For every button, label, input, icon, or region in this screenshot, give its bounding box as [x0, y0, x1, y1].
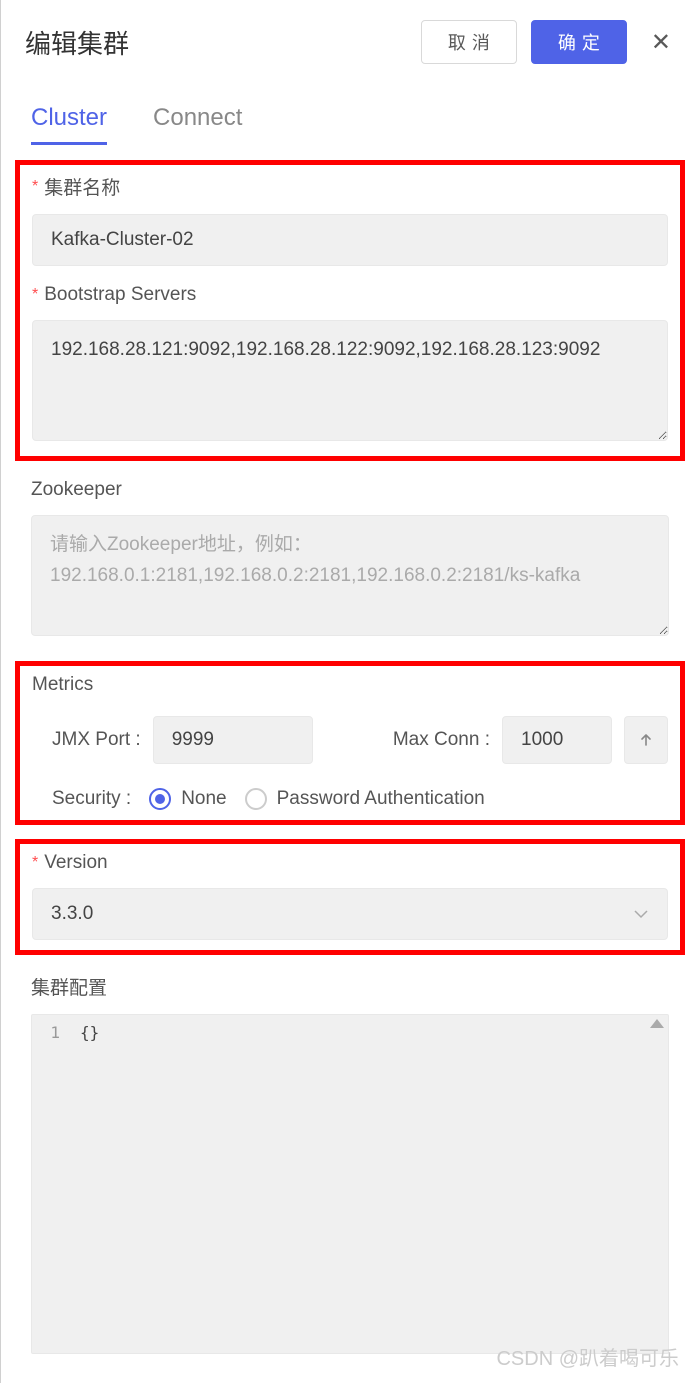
- header-actions: 取消 确定 ✕: [421, 20, 675, 64]
- version-label: Version: [32, 852, 668, 874]
- tab-cluster[interactable]: Cluster: [31, 104, 107, 145]
- zookeeper-label: Zookeeper: [31, 479, 669, 501]
- max-conn-label: Max Conn :: [393, 729, 490, 751]
- cluster-config-editor[interactable]: 1 {}: [31, 1014, 669, 1354]
- confirm-button[interactable]: 确定: [531, 20, 627, 64]
- version-select[interactable]: 3.3.0: [32, 888, 668, 940]
- highlight-box-version: Version 3.3.0: [15, 839, 685, 955]
- zookeeper-section: Zookeeper: [15, 475, 685, 651]
- scroll-up-icon: [650, 1019, 664, 1028]
- radio-label-none: None: [181, 788, 226, 810]
- version-value: 3.3.0: [51, 903, 93, 925]
- modal-title: 编辑集群: [25, 24, 129, 61]
- jmx-port-input[interactable]: [153, 716, 313, 764]
- chevron-down-icon: [633, 903, 649, 925]
- cluster-name-input[interactable]: [32, 214, 668, 266]
- radio-icon: [245, 788, 267, 810]
- bootstrap-input[interactable]: [32, 320, 668, 441]
- cancel-button[interactable]: 取消: [421, 20, 517, 64]
- highlight-box-cluster: 集群名称 Bootstrap Servers: [15, 160, 685, 461]
- code-content: {}: [70, 1015, 99, 1353]
- radio-icon: [149, 788, 171, 810]
- jmx-port-label: JMX Port :: [52, 729, 141, 751]
- max-conn-input[interactable]: [502, 716, 612, 764]
- arrow-up-icon: [638, 732, 654, 748]
- cluster-config-section: 集群配置 1 {}: [15, 969, 685, 1364]
- highlight-box-metrics: Metrics JMX Port : Max Conn : Security :…: [15, 661, 685, 825]
- security-radio-password[interactable]: Password Authentication: [245, 788, 485, 810]
- tabs: Cluster Connect: [1, 104, 699, 146]
- cluster-name-label: 集群名称: [32, 173, 668, 200]
- security-radio-none[interactable]: None: [149, 788, 226, 810]
- max-conn-step-up[interactable]: [624, 716, 668, 764]
- line-number: 1: [32, 1015, 70, 1353]
- bootstrap-label: Bootstrap Servers: [32, 284, 668, 306]
- tab-connect[interactable]: Connect: [153, 104, 242, 145]
- metrics-label: Metrics: [32, 674, 668, 696]
- close-icon[interactable]: ✕: [641, 28, 675, 57]
- radio-label-password: Password Authentication: [277, 788, 485, 810]
- security-label: Security :: [52, 788, 131, 810]
- zookeeper-input[interactable]: [31, 515, 669, 636]
- cluster-config-label: 集群配置: [31, 973, 669, 1000]
